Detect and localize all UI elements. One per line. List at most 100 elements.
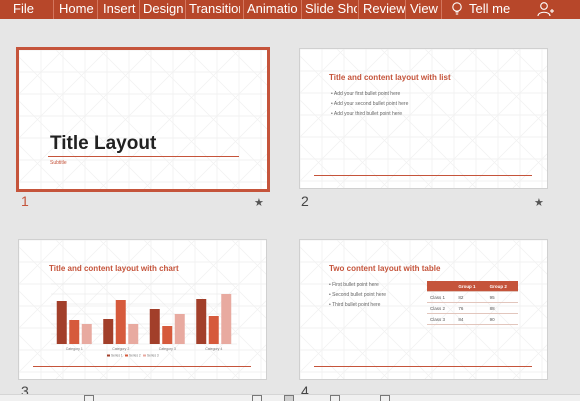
tell-me-search[interactable]: Tell me [469, 0, 510, 19]
slide-subtitle: Subtitle [50, 160, 67, 166]
tab-divider [441, 0, 442, 19]
bullet-item: • Add your second bullet point here [331, 101, 409, 107]
legend-label: Series 2 [129, 354, 141, 358]
star-icon: ★ [534, 197, 544, 209]
slide-title: Two content layout with table [329, 264, 441, 273]
grid-line [468, 109, 547, 188]
table-row: Class 2 76 88 [427, 302, 518, 314]
bullet-text: Second bullet point here [332, 292, 387, 298]
tab-animations[interactable]: Animatio [247, 0, 299, 19]
chart-bar [221, 294, 232, 344]
normal-view-icon[interactable] [252, 395, 262, 401]
legend-swatch [107, 354, 110, 357]
bullet-item: • Add your first bullet point here [331, 91, 401, 97]
data-table: Group 1 Group 2 Class 1 82 95 Class 2 76… [427, 281, 518, 325]
tab-divider [243, 0, 244, 19]
tab-divider [53, 0, 54, 19]
footer-rule [33, 366, 251, 367]
grid-line [424, 65, 547, 188]
bullet-text: Add your second bullet point here [333, 101, 409, 107]
chart-bar [162, 326, 173, 344]
chart-bar [149, 309, 160, 344]
bullet-text: Add your third bullet point here [333, 111, 402, 117]
tab-divider [185, 0, 186, 19]
chart-category-label: Category 4 [205, 347, 222, 351]
slide-title: Title Layout [50, 133, 157, 154]
tab-home[interactable]: Home [59, 0, 94, 19]
title-underline [48, 156, 239, 157]
chart-category-label: Category 3 [159, 347, 176, 351]
chart-category-label: Category 2 [112, 347, 129, 351]
chart-bar [56, 301, 67, 344]
table-cell: Class 1 [427, 291, 456, 303]
tab-divider [405, 0, 406, 19]
slide-grid-background [300, 49, 547, 188]
chart-category-label: Category 1 [66, 347, 83, 351]
table-cell: 82 [455, 291, 487, 303]
chart-bar [103, 319, 114, 344]
slideshow-view-icon[interactable] [380, 395, 390, 401]
slide-title: Title and content layout with list [329, 73, 451, 82]
table-header-row: Group 1 Group 2 [427, 281, 518, 292]
slide-grid-background [19, 50, 267, 189]
bullet-item: • Second bullet point here [329, 292, 387, 298]
tab-transitions[interactable]: Transitior [189, 0, 240, 19]
legend-label: Series 1 [111, 354, 123, 358]
bar-chart: Category 1 Category 2 Category 3 Category 4… [51, 283, 237, 358]
tab-slide-show[interactable]: Slide Sho [305, 0, 357, 19]
legend-label: Series 3 [147, 354, 159, 358]
legend-swatch [143, 354, 146, 357]
footer-rule [314, 366, 532, 367]
slide-thumbnail-2[interactable]: Title and content layout with list • Add… [300, 49, 547, 188]
slide-thumbnail-1[interactable]: Title Layout Subtitle [19, 50, 267, 189]
notes-icon[interactable] [84, 395, 94, 401]
slide-number: 1 [21, 193, 29, 209]
tab-insert[interactable]: Insert [103, 0, 136, 19]
tab-design[interactable]: Design [143, 0, 183, 19]
chart-bar [208, 316, 219, 344]
bullet-item: • Add your third bullet point here [331, 111, 402, 117]
bullet-text: Add your first bullet point here [333, 91, 401, 97]
bullet-text: First bullet point here [332, 282, 379, 288]
star-icon: ★ [254, 197, 264, 209]
slide-thumbnail-4[interactable]: Two content layout with table • First bu… [300, 240, 547, 379]
slide-title: Title and content layout with chart [49, 264, 179, 273]
chart-bar [196, 299, 207, 344]
table-header-cell [427, 281, 456, 292]
grid-line [143, 65, 267, 189]
slide-thumbnail-3[interactable]: Title and content layout with chart Cate… [19, 240, 266, 379]
chart-bar [81, 324, 92, 344]
table-header-cell: Group 1 [455, 281, 487, 292]
table-cell: 95 [486, 291, 518, 303]
tab-view[interactable]: View [410, 0, 438, 19]
grid-line [187, 109, 267, 189]
chart-bar [115, 300, 126, 344]
chart-bar [174, 314, 185, 344]
ribbon-bar: File Home Insert Design Transitior Anima… [0, 0, 580, 19]
grid-line [424, 49, 547, 172]
tab-file[interactable]: File [13, 0, 34, 19]
tab-divider [139, 0, 140, 19]
bullet-text: Third bullet point here [332, 302, 381, 308]
chart-bar [69, 320, 80, 344]
footer-rule [314, 175, 532, 176]
table-cell: 76 [455, 302, 487, 314]
legend-swatch [125, 354, 128, 357]
grid-line [143, 50, 267, 174]
tab-divider [97, 0, 98, 19]
tab-divider [358, 0, 359, 19]
chart-bar [128, 324, 139, 344]
table-header-cell: Group 2 [486, 281, 518, 292]
bullet-item: • Third bullet point here [329, 302, 381, 308]
table-cell: 88 [486, 302, 518, 314]
table-row: Class 3 84 90 [427, 313, 518, 325]
tab-review[interactable]: Review [363, 0, 406, 19]
reading-view-icon[interactable] [330, 395, 340, 401]
grid-line [468, 49, 547, 128]
table-row: Class 1 82 95 [427, 291, 518, 303]
table-cell: Class 2 [427, 302, 456, 314]
slide-number: 2 [301, 193, 309, 209]
table-cell: 90 [486, 313, 518, 325]
share-person-icon[interactable] [537, 1, 555, 18]
slide-sorter-view-icon[interactable] [284, 395, 294, 401]
